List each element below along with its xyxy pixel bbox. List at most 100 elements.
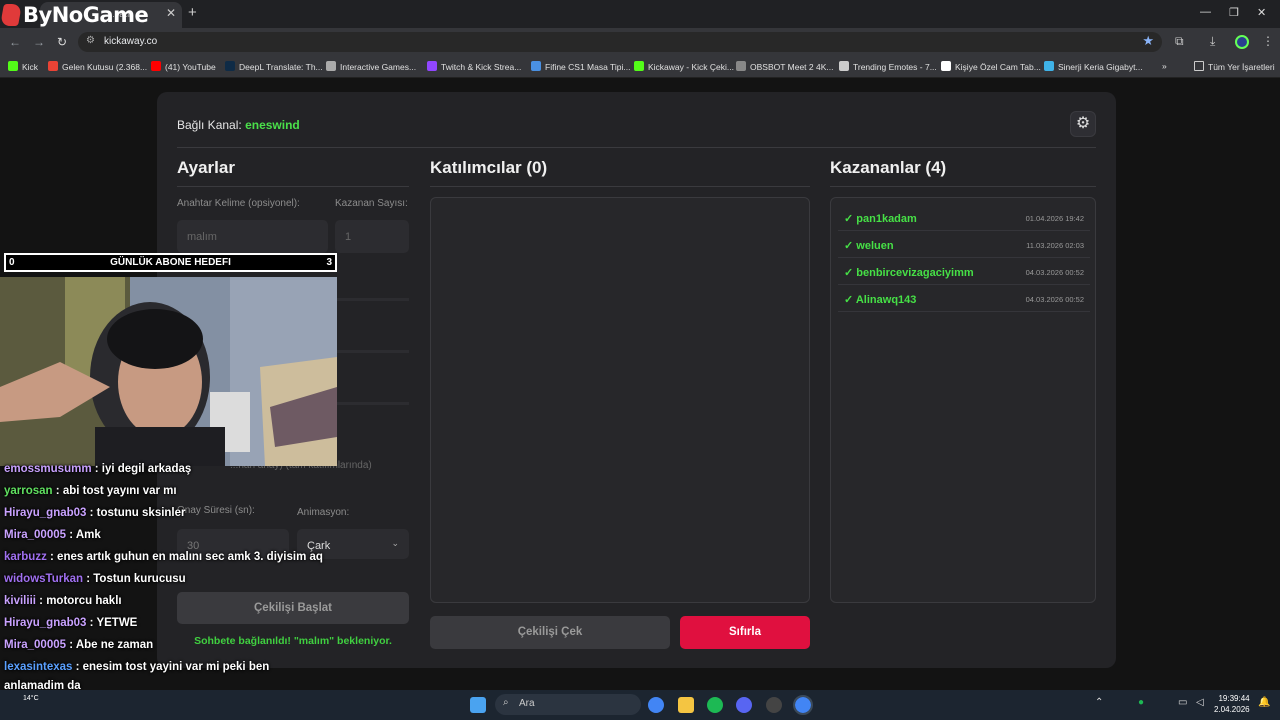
hidden-field-1[interactable] (337, 298, 409, 301)
chat-text: : YETWE (86, 617, 138, 629)
new-tab-icon[interactable]: + (188, 4, 197, 21)
tray-chevron-icon[interactable]: ⌃ (1095, 697, 1103, 708)
taskbar-search[interactable]: ⌕ Ara (495, 694, 641, 715)
chat-message: kiviliii : motorcu haklı (4, 595, 122, 607)
winner-row: ✓ pan1kadam 01.04.2026 19:42 (838, 204, 1090, 231)
channel-label: Bağlı Kanal: (177, 118, 242, 132)
site-info-icon[interactable]: ⚙ (86, 35, 95, 46)
participants-divider (430, 186, 810, 187)
winner-count-label: Kazanan Sayısı: (335, 198, 408, 209)
minimize-icon[interactable]: — (1200, 6, 1211, 18)
hidden-field-3[interactable] (337, 402, 409, 405)
bookmark-favicon-icon (941, 61, 951, 71)
bookmark-item[interactable]: DeepL Translate: Th... (225, 61, 323, 72)
notification-icon[interactable]: 🔔 (1258, 697, 1270, 708)
all-bookmarks-folder[interactable]: Tüm Yer İşaretleri (1194, 61, 1275, 72)
bookmark-favicon-icon (8, 61, 18, 71)
bookmark-favicon-icon (151, 61, 161, 71)
reload-icon[interactable]: ↻ (57, 35, 67, 49)
chat-message: widowsTurkan : Tostun kurucusu (4, 573, 186, 585)
bookmark-star-icon[interactable]: ★ (1142, 33, 1154, 49)
start-giveaway-button[interactable]: Çekilişi Başlat (177, 592, 409, 624)
chat-text: : Tostun kurucusu (83, 573, 186, 585)
bookmark-item[interactable]: Kişiye Özel Cam Tab... (941, 61, 1041, 72)
bookmark-label: Trending Emotes - 7... (853, 62, 937, 72)
hidden-field-2[interactable] (337, 350, 409, 353)
keyword-label: Anahtar Kelime (opsiyonel): (177, 198, 300, 209)
bookmark-item[interactable]: Sinerji Keria Gigabyt... (1044, 61, 1143, 72)
chat-username: kiviliii (4, 595, 36, 607)
download-icon[interactable]: ⤓ (1210, 34, 1215, 49)
forward-icon[interactable]: → (33, 35, 45, 49)
discord-icon[interactable] (736, 697, 752, 713)
winner-count-input[interactable]: 1 (335, 220, 409, 253)
connected-channel: Bağlı Kanal: eneswind (177, 118, 300, 132)
bookmark-item[interactable]: Gelen Kutusu (2.368... (48, 61, 147, 72)
animation-label: Animasyon: (297, 507, 350, 518)
sub-goal-title: GÜNLÜK ABONE HEDEFI (110, 257, 231, 268)
app-icon[interactable] (766, 697, 782, 713)
spotify-icon[interactable] (707, 697, 723, 713)
bookmark-item[interactable]: Fifine CS1 Masa Tipi... (531, 61, 631, 72)
bookmark-label: Twitch & Kick Strea... (441, 62, 522, 72)
connection-status: Sohbete bağlanıldı! "malım" bekleniyor. (194, 635, 392, 647)
window-close-icon[interactable]: ✕ (1257, 6, 1266, 19)
draw-button[interactable]: Çekilişi Çek (430, 616, 670, 649)
chat-username: Hirayu_gnab03 (4, 507, 87, 519)
chat-text: : Abe ne zaman (66, 639, 154, 651)
header-divider (177, 147, 1096, 148)
volume-icon[interactable]: ◁ (1196, 697, 1204, 708)
logo-text: ByNoGame (23, 3, 149, 27)
more-bookmarks-icon[interactable]: » (1162, 61, 1167, 71)
sub-goal-bar: 0 GÜNLÜK ABONE HEDEFI 3 (4, 253, 337, 272)
bookmark-item[interactable]: Kickaway - Kick Çeki... (634, 61, 734, 72)
chrome-icon[interactable] (648, 697, 664, 713)
chat-message: Mira_00005 : Abe ne zaman (4, 639, 153, 651)
bookmark-favicon-icon (839, 61, 849, 71)
winner-row: ✓ benbircevizagaciyimm 04.03.2026 00:52 (838, 258, 1090, 285)
winners-divider (830, 186, 1096, 187)
taskbar-clock[interactable]: 19:39:44 2.04.2026 (1214, 693, 1250, 715)
back-icon[interactable]: ← (9, 35, 21, 49)
chat-message: Hirayu_gnab03 : YETWE (4, 617, 137, 629)
bynogame-logo: ByNoGame (0, 2, 149, 28)
extensions-icon[interactable]: ⧉ (1175, 34, 1184, 49)
settings-divider (177, 186, 409, 187)
bookmark-item[interactable]: OBSBOT Meet 2 4K... (736, 61, 833, 72)
file-explorer-icon[interactable] (678, 697, 694, 713)
maximize-icon[interactable]: ❐ (1229, 6, 1239, 19)
gear-icon[interactable]: ⚙ (1070, 111, 1096, 137)
bookmark-item[interactable]: Interactive Games... (326, 61, 416, 72)
chat-message: emossmusumm : iyi degil arkadaş (4, 463, 191, 475)
bookmark-item[interactable]: Trending Emotes - 7... (839, 61, 937, 72)
keyword-input[interactable]: malım (177, 220, 328, 253)
chat-text: : motorcu haklı (35, 595, 122, 607)
profile-avatar[interactable] (1235, 35, 1249, 49)
reset-button[interactable]: Sıfırla (680, 616, 810, 649)
bookmark-label: DeepL Translate: Th... (239, 62, 323, 72)
chat-text: : enes artık guhun en malını sec amk 3. … (46, 551, 323, 563)
keyword-placeholder: malım (187, 231, 217, 243)
winner-row: ✓ weluen 11.03.2026 02:03 (838, 231, 1090, 258)
close-tab-icon[interactable]: ✕ (166, 6, 176, 20)
winner-name: ✓ benbircevizagaciyimm (844, 267, 974, 279)
start-icon[interactable] (470, 697, 486, 713)
menu-icon[interactable]: ⋮ (1262, 34, 1274, 48)
bookmark-label: Sinerji Keria Gigabyt... (1058, 62, 1143, 72)
tray-spotify-icon[interactable]: ● (1138, 697, 1144, 708)
chrome-active-icon[interactable] (793, 695, 813, 715)
bookmark-item[interactable]: Kick (8, 61, 38, 72)
winners-title: Kazananlar (4) (830, 158, 947, 177)
network-icon[interactable]: ▭ (1178, 697, 1187, 708)
winner-time: 01.04.2026 19:42 (1025, 214, 1084, 223)
chat-username: Mira_00005 (4, 529, 67, 541)
winner-name: ✓ pan1kadam (844, 213, 917, 225)
bookmark-favicon-icon (736, 61, 746, 71)
url-bar[interactable]: ⚙ kickaway.co ★ (78, 32, 1162, 52)
bookmark-item[interactable]: (41) YouTube (151, 61, 216, 72)
logo-mark-icon (0, 4, 22, 26)
bookmark-item[interactable]: Twitch & Kick Strea... (427, 61, 521, 72)
chat-text: : abi tost yayını var mı (52, 485, 177, 497)
winner-name: ✓ Alinawq143 (844, 294, 917, 306)
participants-title: Katılımcılar (0) (430, 158, 548, 177)
